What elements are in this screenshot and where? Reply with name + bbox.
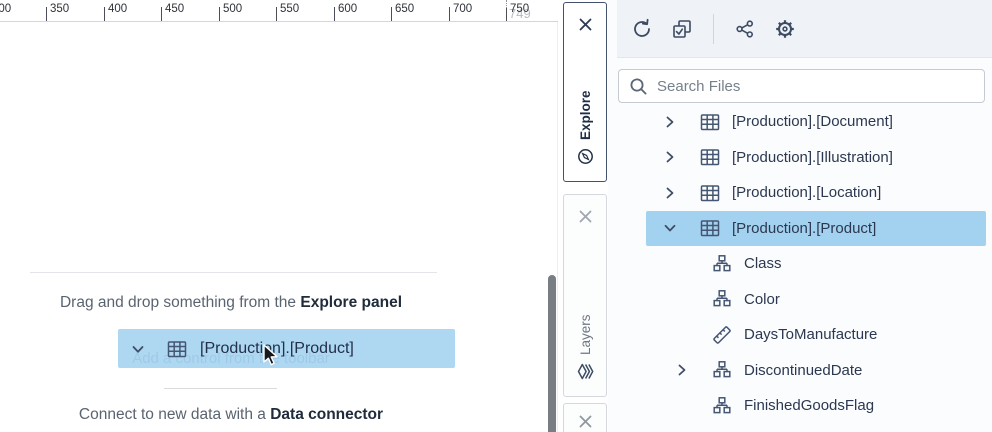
settings-gear-button[interactable]	[770, 14, 800, 44]
share-button[interactable]	[730, 14, 760, 44]
dashboard-canvas[interactable]: 749 300350400450500550600650700750 Dashb…	[0, 0, 558, 432]
dimension-hierarchy-icon	[710, 287, 734, 311]
dragged-tree-item-ghost[interactable]: [Production].[Product]	[118, 329, 455, 368]
tree-item-label: [Production].[Illustration]	[732, 148, 893, 166]
tree-item-label: [Production].[Location]	[732, 184, 882, 202]
tree-item-label: Class	[744, 255, 782, 273]
tree-item[interactable]: Class	[646, 246, 986, 282]
tab-layers[interactable]: Layers	[563, 194, 607, 397]
tree-item-label: [Production].[Product]	[732, 219, 877, 237]
connect-hint-text: Connect to new data with a	[78, 406, 271, 423]
ruler-tick	[161, 7, 162, 21]
table-icon	[165, 337, 189, 361]
tab-explore[interactable]: Explore	[563, 2, 607, 182]
table-icon	[698, 181, 722, 205]
explore-panel-link-text: Explore panel	[300, 294, 403, 311]
chevron-right-icon[interactable]	[674, 362, 690, 378]
tree-item[interactable]: [Production].[Illustration]	[646, 140, 986, 176]
explore-panel-toolbar	[617, 0, 992, 58]
dimension-hierarchy-icon	[710, 394, 734, 418]
ruler-tick	[276, 7, 277, 21]
ruler-tick-label: 500	[223, 3, 243, 15]
drag-drop-hint: Drag and drop something from the Explore…	[0, 294, 462, 312]
copy-check-button[interactable]	[667, 14, 697, 44]
table-icon	[698, 216, 722, 240]
chevron-right-icon[interactable]	[662, 149, 678, 165]
ruler-tick-label: 600	[338, 3, 358, 15]
ruler-tick	[334, 7, 335, 21]
chevron-right-icon[interactable]	[662, 185, 678, 201]
tree-item[interactable]: DiscontinuedDate	[646, 353, 986, 389]
chevron-down-icon[interactable]	[662, 220, 678, 236]
search-files-box[interactable]	[618, 69, 985, 103]
ruler-tick	[104, 7, 105, 21]
table-icon	[698, 110, 722, 134]
ruler-tick-label: 550	[280, 3, 300, 15]
data-connector-link-text: Data connector	[270, 406, 384, 423]
dashboard-title-widget[interactable]: Dashboard	[0, 214, 460, 266]
ruler-tick	[391, 7, 392, 21]
ruler-tick-label: 650	[395, 3, 415, 15]
ruler-tick	[219, 7, 220, 21]
tree-item-label: Color	[744, 290, 780, 308]
tree-item[interactable]: FinishedGoodsFlag	[646, 388, 986, 424]
connect-data-hint: Connect to new data with a Data connecto…	[0, 406, 462, 424]
tab-hidden-panel[interactable]	[563, 403, 607, 432]
tab-layers-label: Layers	[577, 314, 593, 355]
ruler-tick-label: 350	[50, 3, 70, 15]
mouse-cursor	[262, 344, 282, 368]
dimension-hierarchy-icon	[710, 358, 734, 382]
tree-item[interactable]: [Production].[Product]	[646, 210, 986, 246]
refresh-button[interactable]	[627, 14, 657, 44]
table-icon	[698, 145, 722, 169]
search-input[interactable]	[657, 77, 957, 95]
ruler-tick-label: 700	[453, 3, 473, 15]
drag-hint-text: Drag and drop something from the	[59, 294, 301, 311]
ruler-tick-label: 400	[108, 3, 128, 15]
close-panel-icon[interactable]	[576, 412, 594, 430]
layers-icon	[577, 363, 594, 380]
compass-icon	[577, 148, 594, 165]
measure-ruler-icon	[710, 323, 734, 347]
tree-item-label: DiscontinuedDate	[744, 361, 863, 379]
close-layers-icon[interactable]	[576, 207, 594, 225]
chevron-down-icon	[130, 341, 146, 357]
horizontal-ruler: 749 300350400450500550600650700750	[0, 0, 558, 22]
ruler-tick-label: 300	[0, 3, 12, 15]
ruler-guide-line	[506, 0, 507, 8]
canvas-vertical-scrollbar[interactable]	[548, 275, 556, 432]
search-icon	[629, 77, 648, 96]
tree-item-label: FinishedGoodsFlag	[744, 397, 875, 415]
ruler-tick	[449, 7, 450, 21]
chevron-right-icon[interactable]	[662, 114, 678, 130]
ruler-tick	[506, 7, 507, 21]
tree-item[interactable]: Color	[646, 282, 986, 318]
data-source-tree: [Production].[Document] [Production].[Ill…	[646, 104, 986, 424]
ruler-tick	[46, 7, 47, 21]
tree-item[interactable]: DaysToManufacture	[646, 317, 986, 353]
ruler-tick-label: 750	[510, 3, 530, 15]
tree-item[interactable]: [Production].[Location]	[646, 175, 986, 211]
ruler-tick-label: 450	[165, 3, 185, 15]
app-window: 749 300350400450500550600650700750 Dashb…	[0, 0, 992, 432]
tree-item-label: [Production].[Document]	[732, 113, 893, 131]
tab-explore-label: Explore	[577, 90, 593, 140]
tree-item-label: DaysToManufacture	[744, 326, 878, 344]
tree-item[interactable]: [Production].[Document]	[646, 104, 986, 140]
dimension-hierarchy-icon	[710, 252, 734, 276]
panel-tab-strip: Explore Layers	[558, 0, 608, 432]
section-divider	[164, 388, 277, 389]
title-divider	[30, 272, 437, 273]
explore-panel: [Production].[Document] [Production].[Ill…	[608, 0, 992, 432]
toolbar-divider	[713, 14, 714, 44]
